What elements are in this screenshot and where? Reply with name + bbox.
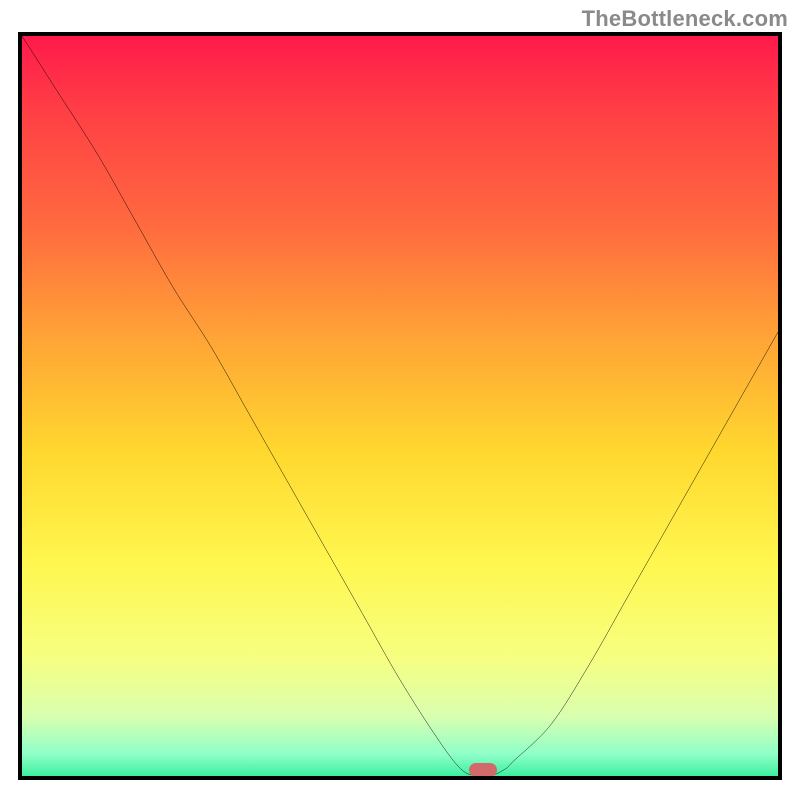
watermark-text: TheBottleneck.com bbox=[582, 6, 788, 32]
chart-frame bbox=[18, 32, 782, 780]
bottleneck-curve bbox=[22, 36, 778, 776]
curve-line bbox=[22, 36, 778, 776]
chart-container: TheBottleneck.com bbox=[0, 0, 800, 800]
minimum-marker bbox=[469, 763, 497, 777]
